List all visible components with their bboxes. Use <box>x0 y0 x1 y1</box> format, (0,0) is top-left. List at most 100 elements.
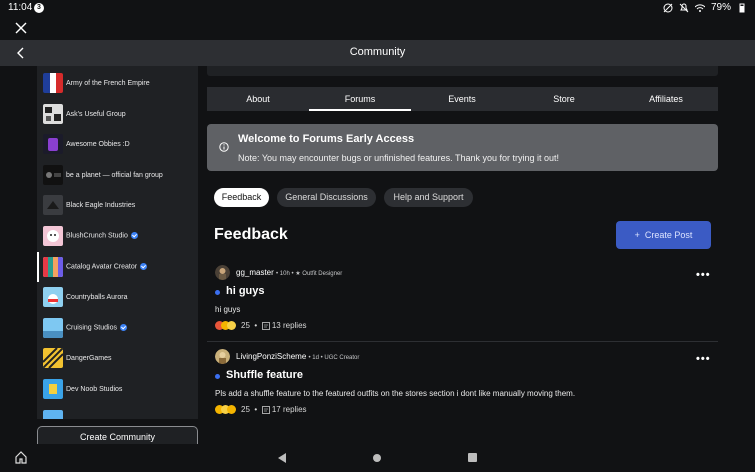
info-icon <box>219 142 229 152</box>
more-options-icon[interactable]: ••• <box>696 353 711 365</box>
sidebar-item-label: Army of the French Empire <box>66 79 150 87</box>
separator: • <box>249 321 262 330</box>
sidebar-item-label: Cruising Studios <box>66 324 127 332</box>
community-thumbnail <box>43 348 63 368</box>
status-time: 11:04 <box>8 2 33 13</box>
close-row <box>0 16 755 40</box>
sidebar-item[interactable]: be a planet — official fan group <box>37 160 198 190</box>
separator: • <box>249 405 262 414</box>
battery-icon <box>739 3 745 12</box>
sidebar-item-label: BlushCrunch Studio <box>66 232 138 240</box>
community-thumbnail <box>43 165 63 185</box>
early-access-notice: Welcome to Forums Early Access Note: You… <box>207 124 718 171</box>
feed-title: Feedback <box>214 226 288 243</box>
page-title: Community <box>349 46 406 58</box>
avatar[interactable] <box>215 349 230 364</box>
verified-badge-icon <box>119 324 127 332</box>
status-bar: 11:04 3 79% <box>0 0 755 16</box>
create-community-button[interactable]: Create Community <box>37 426 198 446</box>
post-author-line: gg_master • 10h • ★ Outfit Designer <box>236 268 342 277</box>
more-options-icon[interactable]: ••• <box>696 269 711 281</box>
sidebar-item-label: Awesome Obbies :D <box>66 140 130 148</box>
community-thumbnail <box>43 257 63 277</box>
reactions-icon[interactable] <box>215 321 237 330</box>
nav-recents-icon[interactable] <box>468 453 477 462</box>
mute-icon <box>663 3 673 12</box>
tab-forums[interactable]: Forums <box>309 87 411 111</box>
chip-general-discussions[interactable]: General Discussions <box>277 188 376 207</box>
plus-icon: + <box>634 230 640 240</box>
bell-off-icon <box>679 3 689 12</box>
tab-store[interactable]: Store <box>513 87 615 111</box>
post-divider <box>207 341 718 342</box>
community-banner-edge <box>207 66 718 76</box>
nav-home-icon[interactable] <box>373 454 381 462</box>
chip-feedback[interactable]: Feedback <box>214 188 269 207</box>
reactions-icon[interactable] <box>215 405 237 414</box>
tab-affiliates[interactable]: Affiliates <box>615 87 717 111</box>
post-title[interactable]: hi guys <box>226 285 265 297</box>
close-icon[interactable] <box>14 21 28 35</box>
home-icon[interactable] <box>14 450 28 464</box>
reply-count[interactable]: 13 replies <box>272 321 307 330</box>
community-thumbnail <box>43 318 63 338</box>
verified-badge-icon <box>140 263 148 271</box>
community-thumbnail <box>43 73 63 93</box>
community-tabs: About Forums Events Store Affiliates <box>207 87 718 111</box>
community-list-sidebar: Army of the French Empire Ask's Useful G… <box>37 66 198 419</box>
community-thumbnail <box>43 195 63 215</box>
sidebar-item[interactable]: Countryballs Aurora <box>37 282 198 312</box>
sidebar-item[interactable]: BlushCrunch Studio <box>37 221 198 251</box>
forum-post[interactable]: gg_master • 10h • ★ Outfit Designer ••• … <box>207 261 718 341</box>
post-author-line: LivingPonziScheme • 1d • UGC Creator <box>236 352 359 361</box>
replies-icon <box>261 321 270 330</box>
sidebar-item[interactable]: DangerGames <box>37 343 198 373</box>
sidebar-item[interactable]: Dev Noob Studios <box>37 374 198 404</box>
post-title[interactable]: Shuffle feature <box>226 369 303 381</box>
post-body: Pls add a shuffle feature to the feature… <box>215 389 576 398</box>
page-header: Community <box>0 40 755 66</box>
post-meta: • 1d • UGC Creator <box>308 355 360 361</box>
sidebar-item-label: Countryballs Aurora <box>66 293 128 301</box>
chip-help-and-support[interactable]: Help and Support <box>384 188 473 207</box>
sidebar-item-text: BlushCrunch Studio <box>66 232 128 240</box>
sidebar-item[interactable]: Cruising Studios <box>37 313 198 343</box>
replies-icon <box>261 405 270 414</box>
community-thumbnail <box>43 134 63 154</box>
sidebar-item-partial[interactable] <box>37 405 198 419</box>
create-post-button[interactable]: + Create Post <box>616 221 711 249</box>
community-thumbnail <box>43 410 63 419</box>
notice-body: Note: You may encounter bugs or unfinish… <box>238 153 560 163</box>
sidebar-item-label: Catalog Avatar Creator <box>66 263 148 271</box>
post-author[interactable]: gg_master <box>236 268 274 277</box>
verified-badge-icon <box>130 232 138 240</box>
reaction-count: 25 <box>241 321 250 330</box>
sidebar-item-text: Cruising Studios <box>66 324 117 332</box>
post-meta: • 10h • ★ Outfit Designer <box>276 271 343 277</box>
post-stats: 25 • 17 replies <box>215 405 307 414</box>
sidebar-item-label: be a planet — official fan group <box>66 171 163 179</box>
sidebar-item[interactable]: Awesome Obbies :D <box>37 129 198 159</box>
sidebar-item[interactable]: Ask's Useful Group <box>37 99 198 129</box>
sidebar-item-label: Dev Noob Studios <box>66 385 123 393</box>
sidebar-item-active[interactable]: Catalog Avatar Creator <box>37 252 198 282</box>
create-post-label: Create Post <box>644 230 693 240</box>
tab-about[interactable]: About <box>207 87 309 111</box>
nav-back-icon[interactable] <box>277 453 287 463</box>
post-author[interactable]: LivingPonziScheme <box>236 352 306 361</box>
avatar[interactable] <box>215 265 230 280</box>
notification-count-badge: 3 <box>34 3 44 13</box>
forum-post[interactable]: LivingPonziScheme • 1d • UGC Creator •••… <box>207 345 718 425</box>
sidebar-item-text: Catalog Avatar Creator <box>66 263 138 271</box>
system-nav-bar <box>0 444 755 472</box>
post-body: hi guys <box>215 305 241 314</box>
reply-count[interactable]: 17 replies <box>272 405 307 414</box>
sidebar-item-label: Black Eagle Industries <box>66 201 136 209</box>
community-thumbnail <box>43 104 63 124</box>
tab-events[interactable]: Events <box>411 87 513 111</box>
unread-dot-icon <box>215 290 220 295</box>
unread-dot-icon <box>215 374 220 379</box>
sidebar-item[interactable]: Army of the French Empire <box>37 68 198 98</box>
sidebar-item[interactable]: Black Eagle Industries <box>37 190 198 220</box>
wifi-icon <box>694 3 705 12</box>
